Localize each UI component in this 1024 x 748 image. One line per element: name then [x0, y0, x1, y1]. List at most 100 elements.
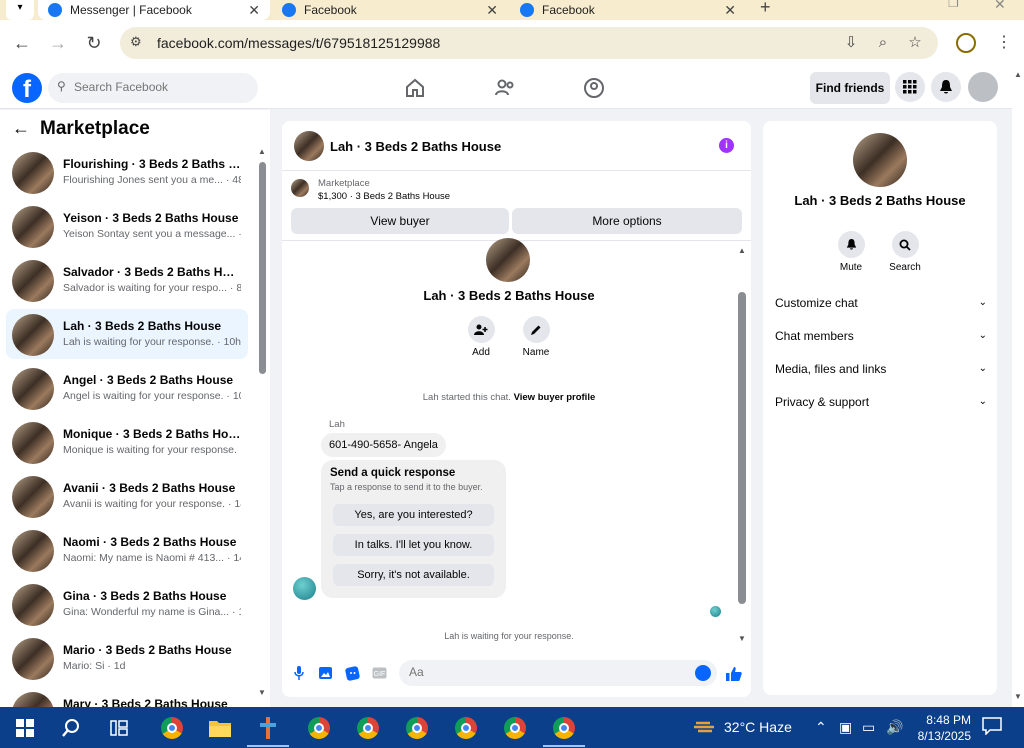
view-buyer-button[interactable]: View buyer — [291, 208, 509, 234]
page-scrollbar[interactable]: ▲ ▼ — [1012, 66, 1024, 707]
chat-members-section[interactable]: Chat members ⌄ — [775, 324, 987, 348]
conversation-item[interactable]: Monique · 3 Beds 2 Baths House Monique is… — [6, 417, 248, 467]
meet-now-icon[interactable]: ▣ — [839, 719, 852, 736]
mute-action[interactable]: Mute — [831, 231, 871, 273]
scrollbar-thumb[interactable] — [738, 292, 746, 604]
privacy-support-section[interactable]: Privacy & support ⌄ — [775, 390, 987, 414]
menu-grid-button[interactable] — [895, 72, 925, 102]
file-explorer-icon[interactable] — [207, 715, 233, 741]
close-tab-icon[interactable]: ✕ — [248, 2, 260, 19]
scroll-down-icon[interactable]: ▼ — [258, 688, 266, 697]
chrome-app-icon[interactable] — [543, 715, 585, 747]
chrome-app-icon[interactable] — [453, 715, 479, 741]
search-action[interactable]: Search — [885, 231, 925, 273]
address-bar[interactable]: ⚙ facebook.com/messages/t/67951812512998… — [120, 27, 938, 59]
sidebar-scrollbar[interactable]: ▲ ▼ — [258, 147, 266, 705]
listing-thumbnail[interactable] — [294, 131, 324, 161]
network-icon[interactable]: ▭ — [862, 719, 875, 736]
chrome-app-icon[interactable] — [306, 715, 332, 741]
emoji-icon[interactable] — [695, 665, 711, 681]
customize-chat-section[interactable]: Customize chat ⌄ — [775, 291, 987, 315]
profile-icon[interactable] — [956, 33, 976, 53]
more-options-button[interactable]: More options — [512, 208, 742, 234]
pinned-app-icon[interactable] — [247, 715, 289, 747]
home-icon[interactable] — [403, 76, 427, 100]
bookmark-star-icon[interactable]: ☆ — [906, 34, 924, 52]
message-input-box[interactable] — [399, 660, 717, 686]
task-view-icon[interactable] — [106, 715, 132, 741]
chat-title[interactable]: Lah · 3 Beds 2 Baths House — [330, 139, 501, 154]
thumbs-up-icon[interactable] — [726, 666, 742, 682]
add-action[interactable]: Add — [461, 316, 501, 358]
install-app-icon[interactable]: ⇩ — [842, 34, 860, 52]
close-tab-icon[interactable]: ✕ — [724, 2, 736, 19]
chat-scrollbar[interactable]: ▲ ▼ — [737, 246, 747, 646]
friends-icon[interactable] — [493, 76, 517, 100]
conversation-item[interactable]: Avanii · 3 Beds 2 Baths House Avanii is w… — [6, 471, 248, 521]
gif-icon[interactable]: GIF — [371, 666, 387, 682]
message-bubble[interactable]: 601-490-5658- Angela — [321, 433, 446, 457]
chrome-app-icon[interactable] — [502, 715, 528, 741]
notifications-button[interactable] — [931, 72, 961, 102]
tab-messenger[interactable]: Messenger | Facebook ✕ — [38, 0, 270, 20]
site-info-icon[interactable]: ⚙ — [130, 34, 142, 50]
restore-window-icon[interactable]: ❐ — [948, 0, 959, 10]
new-tab-icon[interactable]: + — [760, 0, 771, 18]
conversation-item[interactable]: Angel · 3 Beds 2 Baths House Angel is wai… — [6, 363, 248, 413]
facebook-search[interactable]: ⚲ — [48, 73, 258, 103]
message-input[interactable] — [409, 665, 679, 679]
media-files-section[interactable]: Media, files and links ⌄ — [775, 357, 987, 381]
back-arrow-icon[interactable]: ← — [12, 118, 30, 138]
browser-menu-icon[interactable]: ⋮ — [996, 32, 1012, 52]
sender-avatar[interactable] — [293, 577, 316, 600]
windows-start-icon[interactable] — [12, 715, 38, 741]
conversation-item[interactable]: Gina · 3 Beds 2 Baths House Gina: Wonderf… — [6, 579, 248, 629]
search-icon[interactable] — [58, 715, 84, 741]
view-buyer-profile-link[interactable]: View buyer profile — [514, 392, 596, 403]
microphone-icon[interactable] — [291, 666, 307, 682]
scroll-down-icon[interactable]: ▼ — [737, 634, 747, 643]
quick-response-button[interactable]: In talks. I'll let you know. — [333, 534, 494, 556]
conversation-item-active[interactable]: Lah · 3 Beds 2 Baths House Lah is waiting… — [6, 309, 248, 359]
scroll-up-icon[interactable]: ▲ — [737, 246, 747, 255]
search-input[interactable] — [74, 80, 244, 94]
weather-icon[interactable] — [694, 717, 716, 737]
tab-facebook-2[interactable]: Facebook ✕ — [520, 0, 742, 20]
back-icon[interactable]: ← — [10, 31, 34, 55]
chrome-app-icon[interactable] — [159, 715, 185, 741]
scroll-up-icon[interactable]: ▲ — [1014, 70, 1022, 79]
forward-icon[interactable]: → — [46, 31, 70, 55]
reload-icon[interactable]: ↻ — [82, 31, 106, 55]
sticker-icon[interactable] — [344, 666, 360, 682]
account-avatar[interactable] — [968, 72, 998, 102]
tab-search-dropdown-icon[interactable]: ▾ — [6, 0, 34, 20]
close-window-icon[interactable]: ✕ — [994, 0, 1006, 13]
conversation-item[interactable]: Mary · 3 Beds 2 Baths House — [6, 687, 248, 707]
tab-facebook-1[interactable]: Facebook ✕ — [282, 0, 504, 20]
conversation-item[interactable]: Naomi · 3 Beds 2 Baths House Naomi: My na… — [6, 525, 248, 575]
find-friends-button[interactable]: Find friends — [810, 72, 890, 104]
conversation-item[interactable]: Flourishing · 3 Beds 2 Baths Hou... Flour… — [6, 147, 248, 197]
notification-center-icon[interactable] — [982, 717, 1002, 736]
quick-response-button[interactable]: Yes, are you interested? — [333, 504, 494, 526]
photo-icon[interactable] — [317, 666, 333, 682]
conversation-item[interactable]: Yeison · 3 Beds 2 Baths House Yeison Sont… — [6, 201, 248, 251]
system-clock[interactable]: 8:48 PM 8/13/2025 — [905, 712, 971, 744]
weather-text[interactable]: 32°C Haze — [724, 719, 792, 735]
name-action[interactable]: Name — [516, 316, 556, 358]
info-icon[interactable]: i — [719, 138, 734, 153]
chrome-app-icon[interactable] — [355, 715, 381, 741]
conversation-item[interactable]: Salvador · 3 Beds 2 Baths House Salvador … — [6, 255, 248, 305]
groups-icon[interactable] — [582, 76, 606, 100]
zoom-icon[interactable]: ⌕ — [874, 34, 892, 52]
scroll-down-icon[interactable]: ▼ — [1014, 692, 1022, 701]
close-tab-icon[interactable]: ✕ — [486, 2, 498, 19]
show-hidden-icons-icon[interactable]: ⌃ — [815, 719, 827, 736]
facebook-logo-icon[interactable]: f — [12, 73, 42, 103]
conversation-item[interactable]: Mario · 3 Beds 2 Baths House Mario: Si · … — [6, 633, 248, 683]
chrome-app-icon[interactable] — [404, 715, 430, 741]
scroll-up-icon[interactable]: ▲ — [258, 147, 266, 156]
quick-response-button[interactable]: Sorry, it's not available. — [333, 564, 494, 586]
scrollbar-thumb[interactable] — [259, 162, 266, 374]
volume-icon[interactable]: 🔊 — [886, 719, 903, 736]
